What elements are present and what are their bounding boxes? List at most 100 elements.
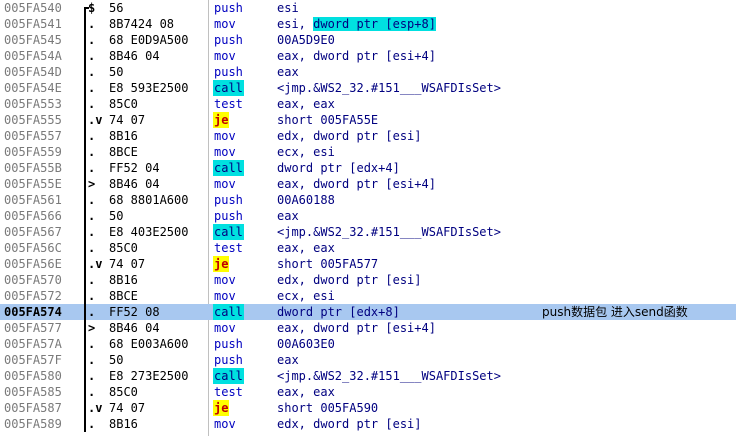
jump-marker: . — [80, 64, 100, 80]
disassembly-pane[interactable]: 005FA540 $56 push esi 005FA541. 8B7424 08 mov e… — [0, 0, 736, 436]
row-hex-bytes: 8BCE — [109, 289, 138, 303]
row-operands: ecx, esi — [277, 289, 335, 303]
row-hex-bytes: 50 — [109, 65, 124, 79]
code-row[interactable]: 005FA555 .v 74 07 je short 005FA55E — [0, 112, 736, 128]
row-hex-bytes: 68 8801A600 — [109, 193, 189, 207]
code-row[interactable]: 005FA55E >8B46 04 mov eax, dword ptr [esi+4… — [0, 176, 736, 192]
row-operands: edx, dword ptr [esi] — [277, 129, 422, 143]
jump-marker: . — [80, 192, 100, 208]
row-hex-bytes: FF52 04 — [109, 161, 160, 175]
row-hex-bytes: 8B16 — [109, 273, 138, 287]
code-row[interactable]: 005FA561. 68 8801A600 push 00A60188 — [0, 192, 736, 208]
jump-marker: $ — [80, 0, 100, 16]
code-row[interactable]: 005FA54D. 50 push eax — [0, 64, 736, 80]
code-row[interactable]: 005FA57F. 50 push eax — [0, 352, 736, 368]
code-row[interactable]: 005FA559. 8BCE mov ecx, esi — [0, 144, 736, 160]
row-operands: eax — [277, 65, 299, 79]
row-operands: esi — [277, 1, 299, 15]
row-mnemonic: mov — [214, 177, 236, 191]
row-address: 005FA54A — [4, 49, 62, 63]
row-operands: dword ptr [edx+4] — [277, 161, 400, 175]
row-mnemonic: mov — [214, 145, 236, 159]
code-row[interactable]: 005FA557. 8B16 mov edx, dword ptr [esi] — [0, 128, 736, 144]
jump-marker: . — [80, 368, 100, 384]
marker-glyph: . — [88, 305, 96, 319]
code-row[interactable]: 005FA541. 8B7424 08 mov esi, dword ptr [esp… — [0, 16, 736, 32]
code-row[interactable]: 005FA54E. E8 593E2500 call <jmp.&WS2_32.#15… — [0, 80, 736, 96]
row-address: 005FA553 — [4, 97, 62, 111]
row-operands: eax, eax — [277, 241, 335, 255]
code-row[interactable]: 005FA580. E8 273E2500 call <jmp.&WS2_32.#15… — [0, 368, 736, 384]
highlighted-operand: dword ptr [esp+8] — [313, 17, 436, 31]
row-operands: eax, eax — [277, 97, 335, 111]
row-address: 005FA541 — [4, 17, 62, 31]
row-address: 005FA54E — [4, 81, 62, 95]
code-row[interactable]: 005FA577 >8B46 04 mov eax, dword ptr [esi+4… — [0, 320, 736, 336]
row-address: 005FA566 — [4, 209, 62, 223]
jump-marker: . — [80, 224, 100, 240]
row-address: 005FA585 — [4, 385, 62, 399]
code-row[interactable]: 005FA545. 68 E0D9A500 push 00A5D9E0 — [0, 32, 736, 48]
code-row[interactable]: 005FA567. E8 403E2500 call <jmp.&WS2_32.#15… — [0, 224, 736, 240]
row-hex-bytes: E8 273E2500 — [109, 369, 189, 383]
selected-code-row[interactable]: 005FA574. FF52 08 call dword ptr [edx+8] pus… — [0, 304, 736, 320]
row-address: 005FA561 — [4, 193, 62, 207]
row-operands: <jmp.&WS2_32.#151___WSAFDIsSet> — [277, 225, 501, 239]
marker-glyph: . — [88, 337, 96, 351]
jump-marker: . — [80, 96, 100, 112]
row-operands: dword ptr [edx+8] — [277, 305, 400, 319]
row-hex-bytes: E8 593E2500 — [109, 81, 189, 95]
row-mnemonic: test — [214, 385, 243, 399]
row-address: 005FA55E — [4, 177, 62, 191]
row-mnemonic: push — [214, 209, 243, 223]
row-mnemonic: call — [213, 224, 244, 240]
row-address: 005FA57A — [4, 337, 62, 351]
row-hex-bytes: 74 07 — [109, 401, 146, 415]
row-address: 005FA577 — [4, 321, 62, 335]
marker-glyph: . — [88, 33, 96, 47]
code-row[interactable]: 005FA566. 50 push eax — [0, 208, 736, 224]
marker-glyph: . — [88, 17, 96, 31]
jump-marker: . — [80, 272, 100, 288]
row-operands: 00A603E0 — [277, 337, 335, 351]
code-row[interactable]: 005FA589. 8B16 mov edx, dword ptr [esi] — [0, 416, 736, 432]
code-row[interactable]: 005FA570. 8B16 mov edx, dword ptr [esi] — [0, 272, 736, 288]
code-row[interactable]: 005FA572. 8BCE mov ecx, esi — [0, 288, 736, 304]
code-row[interactable]: 005FA540 $56 push esi — [0, 0, 736, 16]
jump-marker: . — [80, 304, 100, 320]
row-address: 005FA559 — [4, 145, 62, 159]
code-row[interactable]: 005FA56C. 85C0 test eax, eax — [0, 240, 736, 256]
code-row[interactable]: 005FA56E .v 74 07 je short 005FA577 — [0, 256, 736, 272]
row-hex-bytes: 8B46 04 — [109, 177, 160, 191]
code-row[interactable]: 005FA585. 85C0 test eax, eax — [0, 384, 736, 400]
marker-glyph: . — [88, 417, 96, 431]
row-mnemonic: call — [213, 80, 244, 96]
row-address: 005FA574 — [4, 305, 62, 319]
code-row[interactable]: 005FA587 .v 74 07 je short 005FA590 — [0, 400, 736, 416]
row-comment: push数据包 进入send函数 — [542, 305, 688, 319]
jump-marker: .v — [80, 112, 102, 128]
row-mnemonic: mov — [214, 273, 236, 287]
row-operands: short 005FA590 — [277, 401, 379, 415]
code-row[interactable]: 005FA57A. 68 E003A600 push 00A603E0 — [0, 336, 736, 352]
row-mnemonic: push — [214, 65, 243, 79]
row-mnemonic: test — [214, 97, 243, 111]
row-operands: eax, eax — [277, 385, 335, 399]
marker-glyph: . — [88, 145, 96, 159]
row-operands: 00A60188 — [277, 193, 335, 207]
row-mnemonic: call — [213, 304, 244, 320]
row-mnemonic: mov — [214, 49, 236, 63]
row-hex-bytes: 68 E003A600 — [109, 337, 189, 351]
row-operands: ecx, esi — [277, 145, 335, 159]
jump-marker: > — [80, 176, 100, 192]
code-row[interactable]: 005FA553. 85C0 test eax, eax — [0, 96, 736, 112]
jump-marker: > — [80, 320, 100, 336]
code-row[interactable]: 005FA54A. 8B46 04 mov eax, dword ptr [esi+4… — [0, 48, 736, 64]
row-hex-bytes: 8B46 04 — [109, 49, 160, 63]
code-row[interactable]: 005FA55B. FF52 04 call dword ptr [edx+4] — [0, 160, 736, 176]
row-mnemonic: push — [214, 353, 243, 367]
row-address: 005FA570 — [4, 273, 62, 287]
row-hex-bytes: 85C0 — [109, 97, 138, 111]
marker-glyph: . — [88, 129, 96, 143]
row-hex-bytes: 74 07 — [109, 257, 146, 271]
